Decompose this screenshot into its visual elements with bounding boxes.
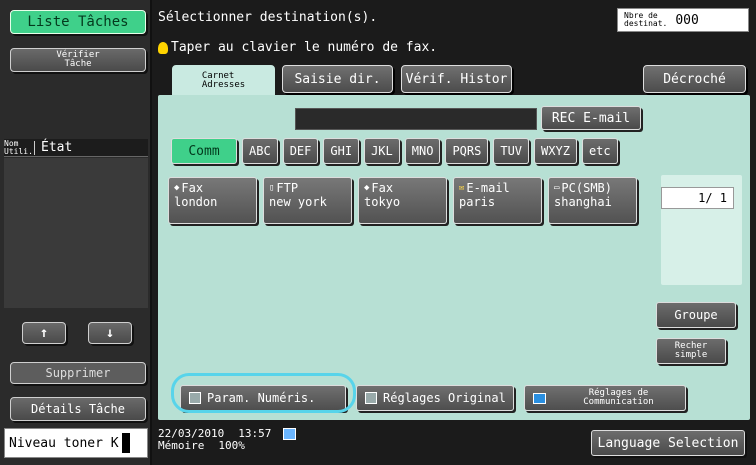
col-separator	[34, 140, 35, 155]
job-details-button[interactable]: Détails Tâche	[10, 397, 146, 421]
destination-tokyo[interactable]: ◆ Fax tokyo	[358, 177, 447, 224]
index-tab-tuv[interactable]: TUV	[493, 138, 530, 164]
rec-email-button[interactable]: REC E-mail	[541, 106, 641, 130]
destination-count: Nbre de destinat. 000	[617, 8, 749, 32]
index-tab-def[interactable]: DEF	[282, 138, 319, 164]
address-book-panel: REC E-mail Comm ABC DEF GHI JKL MNO PQRS…	[158, 95, 750, 420]
memory-label: Mémoire	[158, 439, 205, 452]
col-user-header: Nom Utili.	[4, 138, 33, 156]
scroll-down-button[interactable]: ↓	[88, 322, 132, 344]
index-tabs: Comm ABC DEF GHI JKL MNO PQRS TUV WXYZ e…	[171, 138, 618, 164]
job-list-header: Nom Utili. État	[4, 139, 148, 157]
pc-icon: ▭	[554, 183, 560, 193]
simple-search-button[interactable]: Recher simple	[656, 338, 726, 364]
off-hook-button[interactable]: Décroché	[643, 65, 746, 93]
hint-message: Taper au clavier le numéro de fax.	[158, 40, 437, 55]
toner-level: Niveau toner K	[4, 428, 148, 458]
status-bar: 22/03/2010 13:57 Mémoire 100%	[158, 428, 271, 452]
group-button[interactable]: Groupe	[656, 302, 736, 328]
fax-icon: ◆	[174, 183, 180, 193]
lightbulb-icon	[158, 41, 168, 54]
index-tab-etc[interactable]: etc	[581, 138, 618, 164]
destination-london[interactable]: ◆ Fax london	[168, 177, 257, 224]
index-tab-jkl[interactable]: JKL	[364, 138, 400, 164]
index-tab-mno[interactable]: MNO	[404, 138, 441, 164]
job-list-button[interactable]: Liste Tâches	[10, 10, 146, 34]
sidebar: Liste Tâches Vérifier Tâche Nom Utili. Ét…	[0, 0, 152, 465]
down-arrow-icon: ↓	[105, 325, 115, 341]
page-indicator: 1/ 1	[661, 187, 734, 209]
tab-direct-input[interactable]: Saisie dir.	[282, 65, 393, 93]
highlight-ring	[171, 373, 356, 413]
email-icon: ✉	[459, 183, 465, 193]
tab-address-book[interactable]: Carnet Adresses	[172, 65, 275, 97]
destination-new-york[interactable]: ▯ FTP new york	[263, 177, 352, 224]
original-settings-button[interactable]: Réglages Original	[356, 385, 514, 411]
fax-icon: ◆	[364, 183, 370, 193]
scroll-up-button[interactable]: ↑	[22, 322, 66, 344]
delete-button[interactable]: Supprimer	[10, 362, 146, 384]
up-arrow-icon: ↑	[39, 325, 49, 341]
destination-paris[interactable]: ✉ E-mail paris	[453, 177, 542, 224]
language-selection-button[interactable]: Language Selection	[591, 430, 745, 456]
index-tab-wxyz[interactable]: WXYZ	[534, 138, 577, 164]
communication-settings-button[interactable]: Réglages de Communication	[524, 385, 686, 411]
communication-icon	[533, 392, 546, 404]
screen: Liste Tâches Vérifier Tâche Nom Utili. Ét…	[0, 0, 756, 465]
index-tab-ghi[interactable]: GHI	[323, 138, 360, 164]
ftp-icon: ▯	[269, 183, 275, 193]
check-job-button[interactable]: Vérifier Tâche	[10, 48, 146, 72]
toner-bar	[121, 433, 130, 453]
original-settings-icon	[365, 392, 377, 404]
index-tab-comm[interactable]: Comm	[171, 138, 237, 164]
memory-value: 100%	[218, 439, 245, 452]
page-title: Sélectionner destination(s).	[158, 10, 378, 25]
destination-list: ◆ Fax london ▯ FTP new york ◆ Fax tokyo ✉ E-…	[168, 177, 637, 224]
col-status-header: État	[41, 140, 73, 155]
job-list	[4, 158, 148, 308]
tab-history[interactable]: Vérif. Histor	[401, 65, 512, 93]
index-tab-abc[interactable]: ABC	[242, 138, 278, 164]
destination-shanghai[interactable]: ▭ PC(SMB) shanghai	[548, 177, 637, 224]
page-indicator-area: 1/ 1	[661, 175, 742, 285]
network-icon	[283, 428, 296, 440]
index-tab-pqrs[interactable]: PQRS	[445, 138, 489, 164]
address-display	[295, 108, 537, 130]
